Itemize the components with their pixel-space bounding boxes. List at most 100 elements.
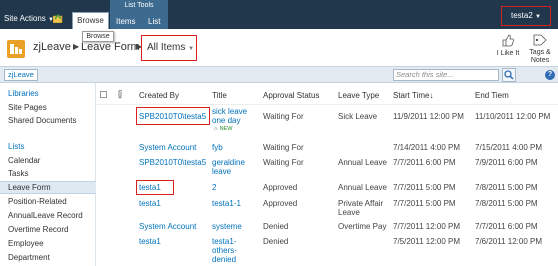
start-time-cell: 7/7/2011 12:00 PM [393, 222, 461, 231]
created-by-cell[interactable]: testa1 [139, 183, 161, 192]
nav-item-shared-documents[interactable]: Shared Documents [8, 116, 76, 125]
created-by-cell[interactable]: System Account [139, 143, 196, 152]
column-header-created-by[interactable]: Created By [139, 91, 179, 100]
nav-item-annualleave-record[interactable]: AnnualLeave Record [8, 211, 83, 220]
tab-browse-label: Browse [77, 16, 104, 25]
start-time-label: Start Time [393, 91, 430, 100]
column-header-approval-status[interactable]: Approval Status [263, 91, 319, 100]
nav-item-overtime-record[interactable]: Overtime Record [8, 225, 68, 234]
status-cell: Denied [263, 222, 289, 231]
status-cell: Waiting For [263, 112, 304, 121]
leave-type-cell: Overtime Pay [338, 222, 387, 231]
leave-type-cell: Annual Leave [338, 183, 387, 192]
title-cell[interactable]: fyb [212, 143, 223, 152]
tab-list[interactable]: List [148, 17, 160, 26]
site-logo-icon [7, 40, 25, 58]
column-header-title[interactable]: Title [212, 91, 227, 100]
view-name: All Items [147, 42, 186, 53]
nav-item-leave-form[interactable]: Leave Form [8, 183, 51, 192]
status-cell: Denied [263, 237, 289, 246]
view-selector[interactable]: All Items ▼ [141, 35, 197, 61]
title-cell-line2[interactable]: leave [212, 167, 231, 176]
nav-item-employee[interactable]: Employee [8, 239, 44, 248]
sort-descending-icon: ↓ [429, 91, 434, 100]
created-by-cell[interactable]: System Account [139, 222, 196, 231]
highlight-box [136, 107, 210, 125]
attachment-icon [118, 90, 122, 99]
leave-type-cell: Annual Leave [338, 158, 387, 167]
status-cell: Approved [263, 199, 298, 208]
end-time-cell: 7/15/2011 4:00 PM [475, 143, 543, 152]
nav-heading-libraries[interactable]: Libraries [8, 89, 39, 98]
column-header-leave-type[interactable]: Leave Type [338, 91, 379, 100]
list-tools-group: List Tools Items List [110, 0, 168, 29]
start-time-cell: 7/7/2011 6:00 PM [393, 158, 456, 167]
created-by-cell[interactable]: SPB2010T0\testa5 [139, 158, 206, 167]
header-divider [96, 104, 558, 105]
breadcrumb-separator-icon: ▶ [73, 42, 80, 51]
new-badge: ☼ NEW [213, 126, 232, 132]
title-cell-line2[interactable]: others- [212, 246, 237, 255]
end-time-cell: 7/9/2011 6:00 PM [475, 158, 538, 167]
title-cell-line2[interactable]: one day [212, 116, 240, 125]
nav-item-position-related[interactable]: Position-Related [8, 197, 67, 206]
title-cell-line3[interactable]: denied [212, 255, 236, 264]
nav-item-department[interactable]: Department [8, 253, 50, 262]
start-time-cell: 7/7/2011 5:00 PM [393, 183, 456, 192]
end-time-cell: 7/8/2011 5:00 PM [475, 183, 538, 192]
left-navigation: Libraries Site Pages Shared Documents Li… [0, 83, 96, 266]
site-actions-label: Site Actions [4, 14, 46, 23]
nav-item-site-pages[interactable]: Site Pages [8, 103, 47, 112]
top-nav-home-tab[interactable]: zjLeave [4, 69, 38, 81]
title-cell[interactable]: testa1- [212, 237, 236, 246]
chevron-down-icon: ▼ [535, 14, 541, 20]
new-badge-label: NEW [219, 126, 233, 132]
start-time-cell: 11/9/2011 12:00 PM [393, 112, 464, 121]
tags-notes-button[interactable]: Tags & Notes [525, 32, 555, 65]
title-cell[interactable]: 2 [212, 183, 216, 192]
title-cell[interactable]: geraldine [212, 158, 245, 167]
column-header-start-time[interactable]: Start Time↓ [393, 91, 433, 100]
title-cell[interactable]: sick leave [212, 107, 247, 116]
nav-heading-lists[interactable]: Lists [8, 142, 24, 151]
start-time-cell: 7/5/2011 12:00 PM [393, 237, 461, 246]
i-like-it-label: I Like It [496, 50, 520, 57]
browse-tooltip: Browse [82, 31, 114, 42]
start-time-cell: 7/14/2011 4:00 PM [393, 143, 461, 152]
nav-item-tasks[interactable]: Tasks [8, 169, 28, 178]
user-name: testa2 [511, 11, 533, 20]
top-nav-bar: zjLeave Search this site... ? [0, 66, 558, 83]
end-time-cell: 7/8/2011 5:00 PM [475, 199, 538, 208]
created-by-cell[interactable]: testa1 [139, 237, 161, 246]
select-all-checkbox[interactable] [100, 91, 107, 98]
status-cell: Waiting For [263, 158, 304, 167]
nav-item-calendar[interactable]: Calendar [8, 156, 40, 165]
tab-items[interactable]: Items [116, 17, 136, 26]
chevron-down-icon: ▼ [188, 46, 195, 52]
list-tools-label: List Tools [124, 2, 154, 9]
new-badge-icon: ☼ [213, 126, 219, 132]
end-time-cell: 7/6/2011 12:00 PM [475, 237, 543, 246]
status-cell: Approved [263, 183, 298, 192]
title-cell[interactable]: testa1-1 [212, 199, 241, 208]
search-icon[interactable] [502, 68, 516, 82]
tag-icon [533, 34, 547, 46]
breadcrumb-list[interactable]: Leave Form [81, 41, 140, 53]
start-time-cell: 7/7/2011 5:00 PM [393, 199, 456, 208]
end-time-cell: 7/7/2011 6:00 PM [475, 222, 538, 231]
search-input[interactable]: Search this site... [393, 69, 499, 81]
breadcrumb-site[interactable]: zjLeave [33, 41, 71, 53]
leave-type-cell: Private Affair [338, 199, 384, 208]
navigate-up-icon[interactable] [53, 13, 63, 23]
tags-notes-label: Tags & Notes [529, 49, 551, 64]
end-time-cell: 11/10/2011 12:00 PM [475, 112, 551, 121]
help-icon[interactable]: ? [545, 70, 555, 80]
column-header-end-time[interactable]: End Tiem [475, 91, 509, 100]
tab-browse[interactable]: Browse [72, 12, 109, 29]
site-actions-menu[interactable]: Site Actions ▼ [4, 14, 54, 23]
created-by-cell[interactable]: testa1 [139, 199, 161, 208]
i-like-it-button[interactable]: I Like It [492, 32, 524, 57]
title-cell[interactable]: systeme [212, 222, 242, 231]
status-cell: Waiting For [263, 143, 304, 152]
user-menu[interactable]: testa2 ▼ [501, 6, 551, 26]
